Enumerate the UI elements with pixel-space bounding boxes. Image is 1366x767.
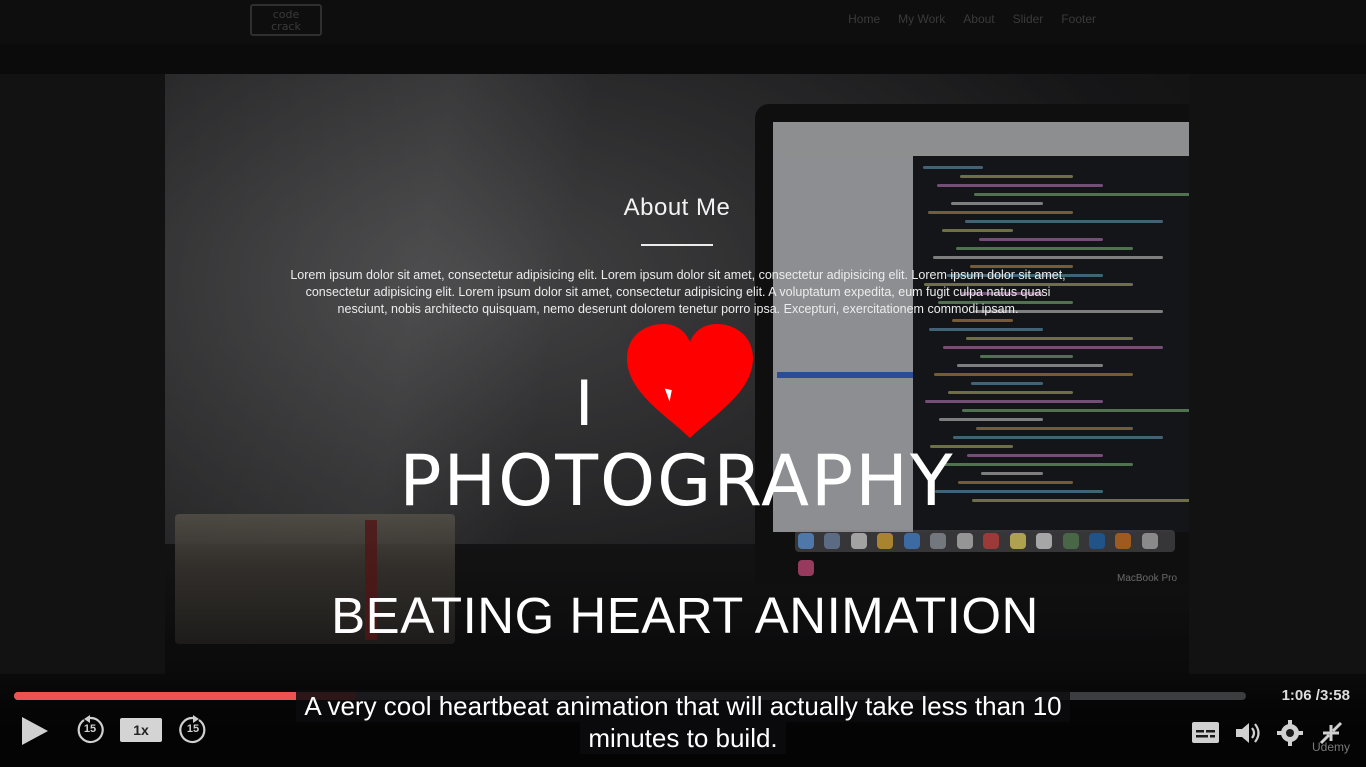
volume-icon[interactable] [1234,720,1262,746]
caption-line-1: A very cool heartbeat animation that wil… [296,690,1070,722]
nav-item-footer: Footer [1061,12,1096,26]
site-nav: Home My Work About Slider Footer [848,12,1096,26]
captions-icon[interactable] [1192,722,1219,743]
i-letter: I [575,365,594,439]
logo-bottom-text: crack [271,20,301,33]
settings-gear-icon[interactable] [1276,719,1304,747]
udemy-watermark: Udemy [1312,740,1351,754]
photography-heading: PHOTOGRAPHY [399,440,955,522]
right-shade [1189,74,1366,674]
nav-item-slider: Slider [1012,12,1044,26]
heart-icon [627,324,753,438]
about-paragraph: Lorem ipsum dolor sit amet, consectetur … [290,268,1066,316]
headline-text: BEATING HEART ANIMATION [331,587,1039,644]
site-logo: code crack [250,4,322,36]
left-shade [0,74,165,674]
site-header: code crack Home My Work About Slider Foo… [0,0,1366,44]
about-title: About Me [623,194,731,221]
about-divider [641,244,713,246]
video-frame[interactable]: MacBook Pro About Me Lorem ipsum dolor s… [165,74,1189,664]
nav-item-home: Home [848,12,881,26]
nav-item-about: About [963,12,995,26]
caption-line-2: minutes to build. [580,722,786,754]
nav-item-my-work: My Work [898,12,946,26]
caption-box: A very cool heartbeat animation that wil… [0,690,1366,754]
